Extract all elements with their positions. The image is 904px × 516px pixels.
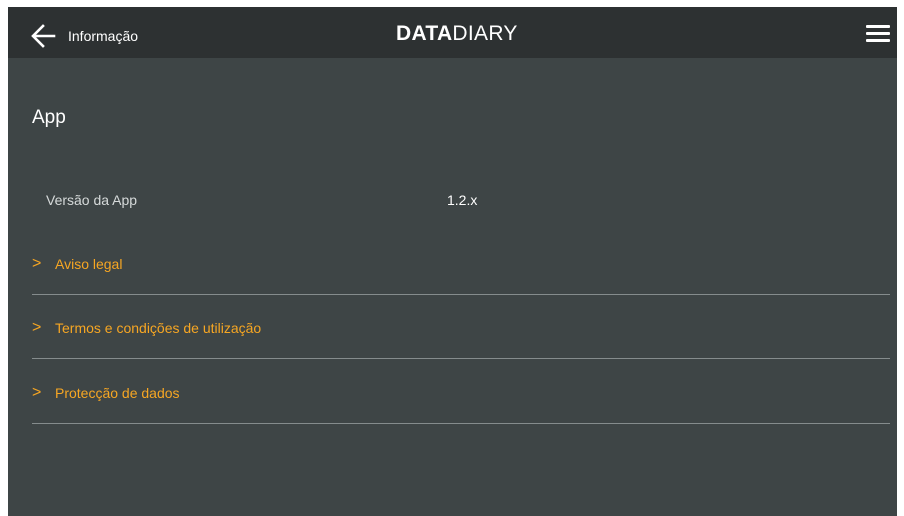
version-label: Versão da App	[46, 192, 138, 208]
divider	[32, 423, 890, 424]
app-logo: DATADIARY	[396, 22, 518, 46]
app-screen: Informação DATADIARY App Versão da App 1…	[8, 7, 897, 516]
menu-bar-bottom	[866, 39, 890, 42]
hamburger-menu-icon[interactable]	[866, 24, 890, 44]
back-button[interactable]: Informação	[30, 23, 138, 49]
link-termos-condicoes[interactable]: > Termos e condições de utilização	[32, 316, 890, 380]
arrow-left-icon	[31, 24, 56, 48]
version-value: 1.2.x	[447, 192, 478, 208]
link-label: Aviso legal	[55, 256, 123, 272]
menu-bar-middle	[866, 32, 890, 35]
link-label: Termos e condições de utilização	[55, 320, 262, 336]
divider	[32, 358, 890, 359]
link-label: Protecção de dados	[55, 385, 180, 401]
menu-bar-top	[866, 25, 890, 28]
version-row: Versão da App 1.2.x	[46, 188, 866, 212]
chevron-right-icon: >	[32, 384, 42, 401]
link-proteccao-dados[interactable]: > Protecção de dados	[32, 381, 890, 445]
top-bar: Informação DATADIARY	[8, 7, 897, 58]
back-label: Informação	[68, 28, 139, 44]
chevron-right-icon: >	[32, 255, 42, 272]
logo-bold-text: DATA	[396, 22, 453, 45]
chevron-right-icon: >	[32, 319, 42, 336]
link-aviso-legal[interactable]: > Aviso legal	[32, 252, 890, 316]
logo-light-text: DIARY	[452, 22, 518, 45]
section-title: App	[32, 107, 66, 128]
divider	[32, 294, 890, 295]
